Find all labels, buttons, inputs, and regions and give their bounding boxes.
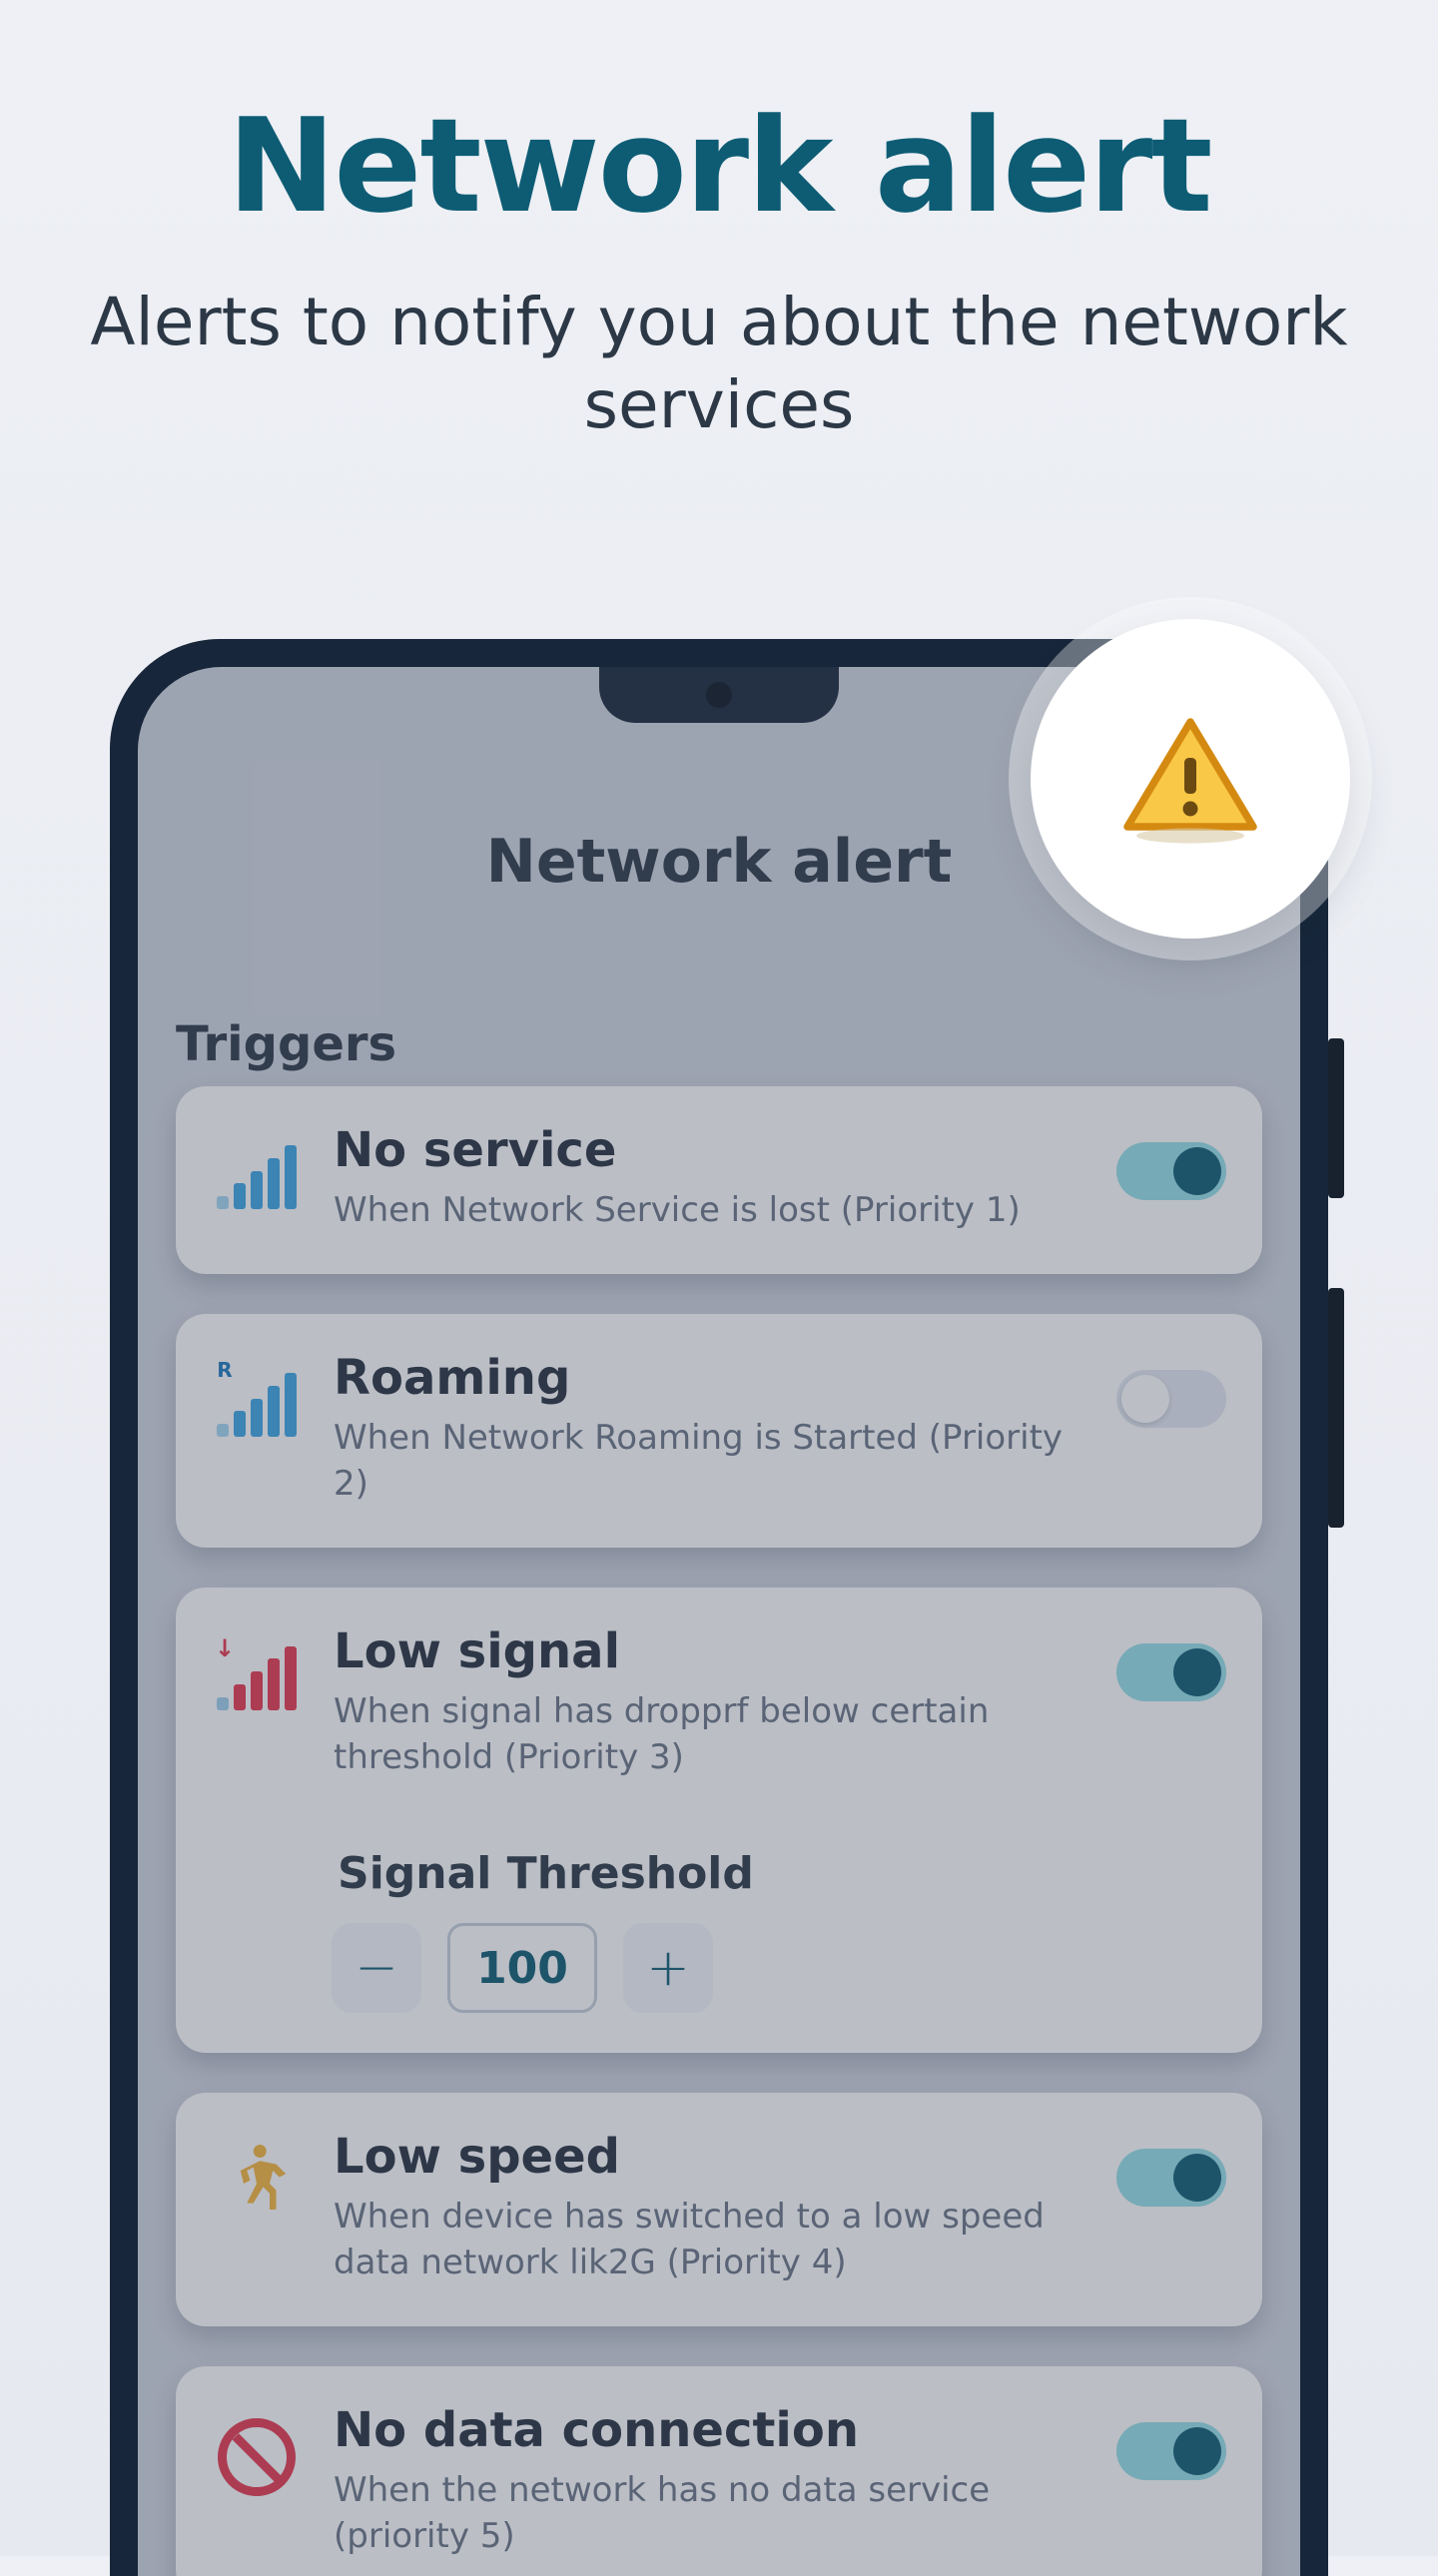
trigger-card-low-signal[interactable]: ↓ Low signal When signal has dropprf bel… (176, 1588, 1262, 2054)
trigger-title: Roaming (334, 1350, 1084, 1406)
threshold-label: Signal Threshold (338, 1848, 1226, 1899)
hero-header: Network alert Alerts to notify you about… (0, 0, 1438, 446)
threshold-decrement-button[interactable]: − (332, 1923, 421, 2013)
roaming-bars-icon: R (212, 1360, 302, 1450)
phone-side-button (1328, 1288, 1344, 1528)
toggle-no-service[interactable] (1116, 1142, 1226, 1200)
trigger-desc: When device has switched to a low speed … (334, 2195, 1084, 2286)
phone-screen: Network alert Triggers No service When N… (138, 667, 1300, 2576)
low-signal-bars-icon: ↓ (212, 1633, 302, 1723)
trigger-desc: When the network has no data service (pr… (334, 2468, 1084, 2560)
toggle-roaming[interactable] (1116, 1370, 1226, 1428)
trigger-card-roaming[interactable]: R Roaming When Network Roaming is Starte… (176, 1314, 1262, 1548)
trigger-title: No service (334, 1122, 1084, 1178)
toggle-low-speed[interactable] (1116, 2149, 1226, 2207)
walking-person-icon (212, 2139, 302, 2229)
phone-side-button (1328, 1038, 1344, 1198)
trigger-card-no-service[interactable]: No service When Network Service is lost … (176, 1086, 1262, 1274)
trigger-desc: When Network Roaming is Started (Priorit… (334, 1416, 1084, 1508)
trigger-desc: When signal has dropprf below certain th… (334, 1689, 1084, 1781)
threshold-value[interactable]: 100 (447, 1923, 597, 2013)
section-header-triggers: Triggers (176, 1016, 396, 1072)
phone-notch (599, 667, 839, 723)
toggle-no-data[interactable] (1116, 2422, 1226, 2480)
alert-fab[interactable] (1031, 619, 1350, 939)
trigger-card-low-speed[interactable]: Low speed When device has switched to a … (176, 2093, 1262, 2326)
toggle-low-signal[interactable] (1116, 1643, 1226, 1701)
page-title: Network alert (0, 90, 1438, 242)
trigger-card-list: No service When Network Service is lost … (176, 1086, 1262, 2576)
trigger-title: Low signal (334, 1623, 1084, 1679)
trigger-desc: When Network Service is lost (Priority 1… (334, 1188, 1084, 1234)
warning-triangle-icon (1115, 704, 1265, 854)
page-subtitle: Alerts to notify you about the network s… (0, 282, 1438, 446)
signal-bars-icon (212, 1132, 302, 1222)
threshold-increment-button[interactable]: + (623, 1923, 713, 2013)
no-data-icon: 📶 (212, 2412, 302, 2502)
trigger-title: No data connection (334, 2402, 1084, 2458)
trigger-card-no-data[interactable]: 📶 No data connection When the network ha… (176, 2366, 1262, 2576)
threshold-stepper: − 100 + (332, 1923, 1226, 2013)
trigger-title: Low speed (334, 2129, 1084, 2185)
